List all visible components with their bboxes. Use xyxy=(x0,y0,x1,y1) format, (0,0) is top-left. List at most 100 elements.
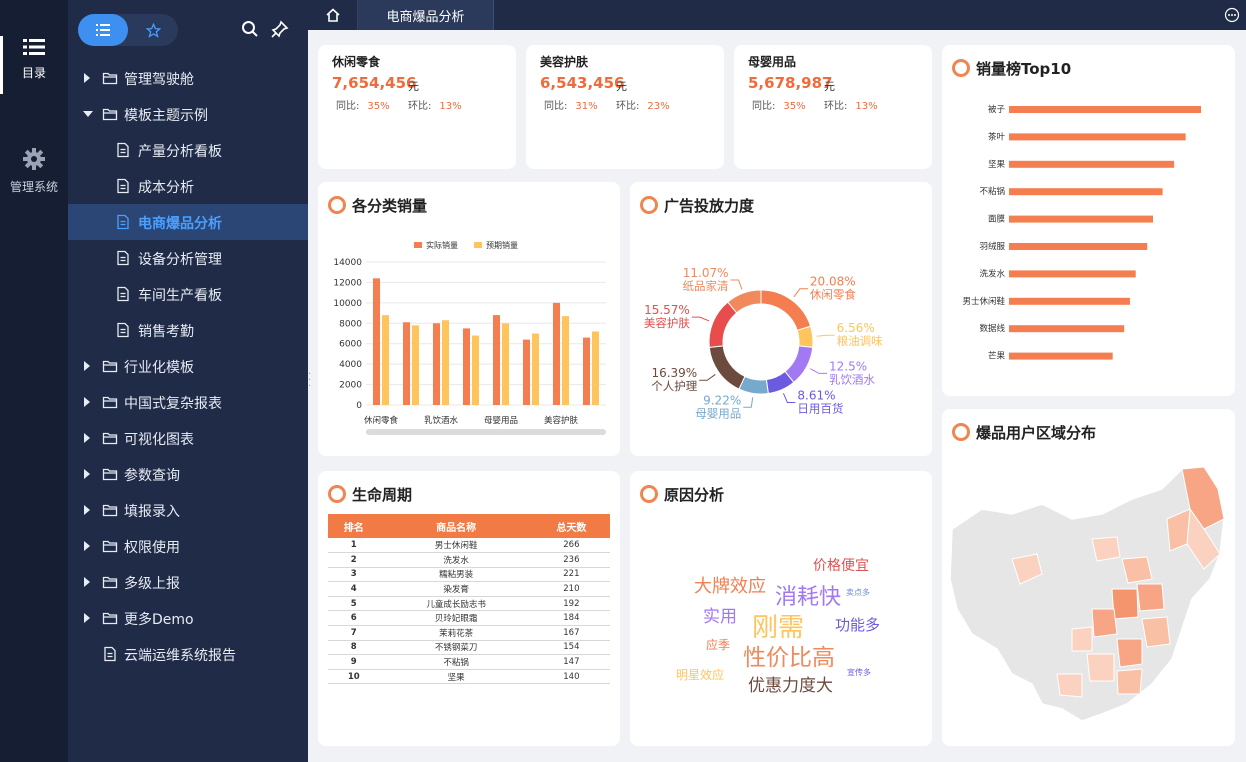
category-label: 茶叶 xyxy=(988,131,1006,142)
tree-view-button[interactable] xyxy=(78,14,128,46)
tree-item-label: 参数查询 xyxy=(124,468,180,484)
caret-right-icon[interactable] xyxy=(84,613,90,623)
tree-folder-item[interactable]: 可视化图表 xyxy=(68,420,308,456)
leader-line xyxy=(743,397,754,408)
table-cell: 男士休闲鞋 xyxy=(379,538,533,554)
legend-label: 实际销量 xyxy=(426,240,458,250)
y-tick-label: 14000 xyxy=(333,258,362,268)
tree-folder-item[interactable]: 模板主题示例 xyxy=(68,96,308,132)
tree-item-label: 销售考勤 xyxy=(138,324,194,340)
tree-folder-item[interactable]: 管理驾驶舱 xyxy=(68,60,308,96)
tree-report-item[interactable]: 成本分析 xyxy=(68,168,308,204)
tree-folder-item[interactable]: 填报录入 xyxy=(68,492,308,528)
table-cell: 192 xyxy=(532,596,610,612)
tab-bar: 电商爆品分析 xyxy=(308,0,1246,30)
kpi-yoy: 同比: 35% xyxy=(752,97,806,112)
tree-folder-item[interactable]: 参数查询 xyxy=(68,456,308,492)
kpi-yoy-value: 35% xyxy=(367,101,390,112)
bar xyxy=(592,331,599,405)
top10-bar-chart: 被子茶叶坚果不粘锅面膜羽绒服洗发水男士休闲鞋数据线芒果 xyxy=(962,104,1201,362)
column-header: 商品名称 xyxy=(379,514,533,538)
slice-percent-label: 20.08% xyxy=(810,275,856,289)
folder-icon xyxy=(102,70,118,86)
donut-slice xyxy=(760,289,812,332)
kpi-value: 5,678,987 xyxy=(748,74,833,92)
caret-right-icon[interactable] xyxy=(84,577,90,587)
table-cell: 236 xyxy=(532,552,610,568)
kpi-mom-label: 环比: xyxy=(824,101,848,112)
rail-item-admin[interactable]: 管理系统 xyxy=(0,148,68,195)
table-cell: 洗发水 xyxy=(379,552,533,568)
caret-right-icon[interactable] xyxy=(84,397,90,407)
tree-folder-item[interactable]: 行业化模板 xyxy=(68,348,308,384)
ring-icon xyxy=(328,196,346,214)
tree-report-item[interactable]: 设备分析管理 xyxy=(68,240,308,276)
pin-icon[interactable] xyxy=(271,20,289,38)
slice-name-label: 日用百货 xyxy=(797,401,843,415)
panel-splitter-handle[interactable]: · · · xyxy=(308,370,311,392)
tree-item-label: 填报录入 xyxy=(124,504,180,520)
tree-folder-item[interactable]: 权限使用 xyxy=(68,528,308,564)
list-icon xyxy=(96,24,110,36)
china-choropleth-map xyxy=(949,466,1225,722)
caret-right-icon[interactable] xyxy=(84,433,90,443)
ring-icon xyxy=(328,485,346,503)
tree-item-label: 权限使用 xyxy=(124,540,180,556)
caret-right-icon[interactable] xyxy=(84,541,90,551)
bar xyxy=(1009,270,1136,278)
report-file-icon xyxy=(115,250,131,266)
tree-folder-item[interactable]: 更多Demo xyxy=(68,600,308,636)
table-cell: 5 xyxy=(328,596,380,612)
caret-right-icon[interactable] xyxy=(84,361,90,371)
card-title: 生命周期 xyxy=(328,483,412,505)
x-tick-label: 母婴用品 xyxy=(484,416,518,426)
kpi-unit: 元 xyxy=(824,80,835,93)
y-tick-label: 8000 xyxy=(339,319,362,329)
bar xyxy=(1009,188,1163,196)
caret-right-icon[interactable] xyxy=(84,469,90,479)
search-icon[interactable] xyxy=(241,20,259,38)
rail-item-catalog[interactable]: 目录 xyxy=(0,38,68,81)
kpi-mom: 环比: 13% xyxy=(408,97,462,112)
tree-item-label: 管理驾驶舱 xyxy=(124,72,194,88)
favorites-button[interactable] xyxy=(128,14,178,46)
tree-report-item[interactable]: 销售考勤 xyxy=(68,312,308,348)
ring-icon xyxy=(952,59,970,77)
tree-item-label: 中国式复杂报表 xyxy=(124,396,222,412)
tree-report-item[interactable]: 电商爆品分析 xyxy=(68,204,308,240)
slice-name-label: 粮油调味 xyxy=(837,334,883,348)
table-row: 10 坚果 140 xyxy=(328,669,610,685)
tree-report-item[interactable]: 产量分析看板 xyxy=(68,132,308,168)
kpi-yoy-label: 同比: xyxy=(544,101,568,112)
tree-folder-item[interactable]: 多级上报 xyxy=(68,564,308,600)
folder-icon xyxy=(102,574,118,590)
kpi-card: 休闲零食 7,654,456 元同比: 35% 环比: 13% xyxy=(318,45,516,169)
bar xyxy=(373,278,380,405)
category-label: 羽绒服 xyxy=(979,241,1005,252)
leader-line xyxy=(782,393,796,403)
tree-report-item[interactable]: 车间生产看板 xyxy=(68,276,308,312)
bar xyxy=(532,333,539,405)
table-cell: 贝玲妃眼霜 xyxy=(379,610,533,627)
tree-item-label: 车间生产看板 xyxy=(138,288,222,304)
ad-intensity-card: 广告投放力度 20.08% 休闲零食 6.56% 粮油调味 12.5% 乳饮酒水 8.61%… xyxy=(630,182,932,456)
kpi-yoy-label: 同比: xyxy=(752,101,776,112)
bar xyxy=(442,320,449,405)
caret-right-icon[interactable] xyxy=(84,73,90,83)
tree-folder-item[interactable]: 中国式复杂报表 xyxy=(68,384,308,420)
table-cell: 不粘锅 xyxy=(379,654,533,670)
caret-right-icon[interactable] xyxy=(84,505,90,515)
word-cloud-term: 价格便宜 xyxy=(813,558,869,574)
table-cell: 140 xyxy=(532,669,610,685)
more-options-icon[interactable] xyxy=(1224,7,1240,23)
table-cell: 3 xyxy=(328,567,380,583)
caret-down-icon[interactable] xyxy=(83,111,93,117)
tab-ecommerce-hot-analysis[interactable]: 电商爆品分析 xyxy=(358,0,494,30)
table-cell: 2 xyxy=(328,552,380,568)
category-label: 面膜 xyxy=(988,214,1006,225)
tree-report-item[interactable]: 云端运维系统报告 xyxy=(68,636,308,672)
ring-icon xyxy=(640,196,658,214)
tree-item-label: 成本分析 xyxy=(138,180,194,196)
home-tab[interactable] xyxy=(308,0,358,30)
sales-by-category-card: 各分类销量 实际销量 预期销量 0 2000 4000 6000 8000 10000 1200… xyxy=(318,182,620,456)
